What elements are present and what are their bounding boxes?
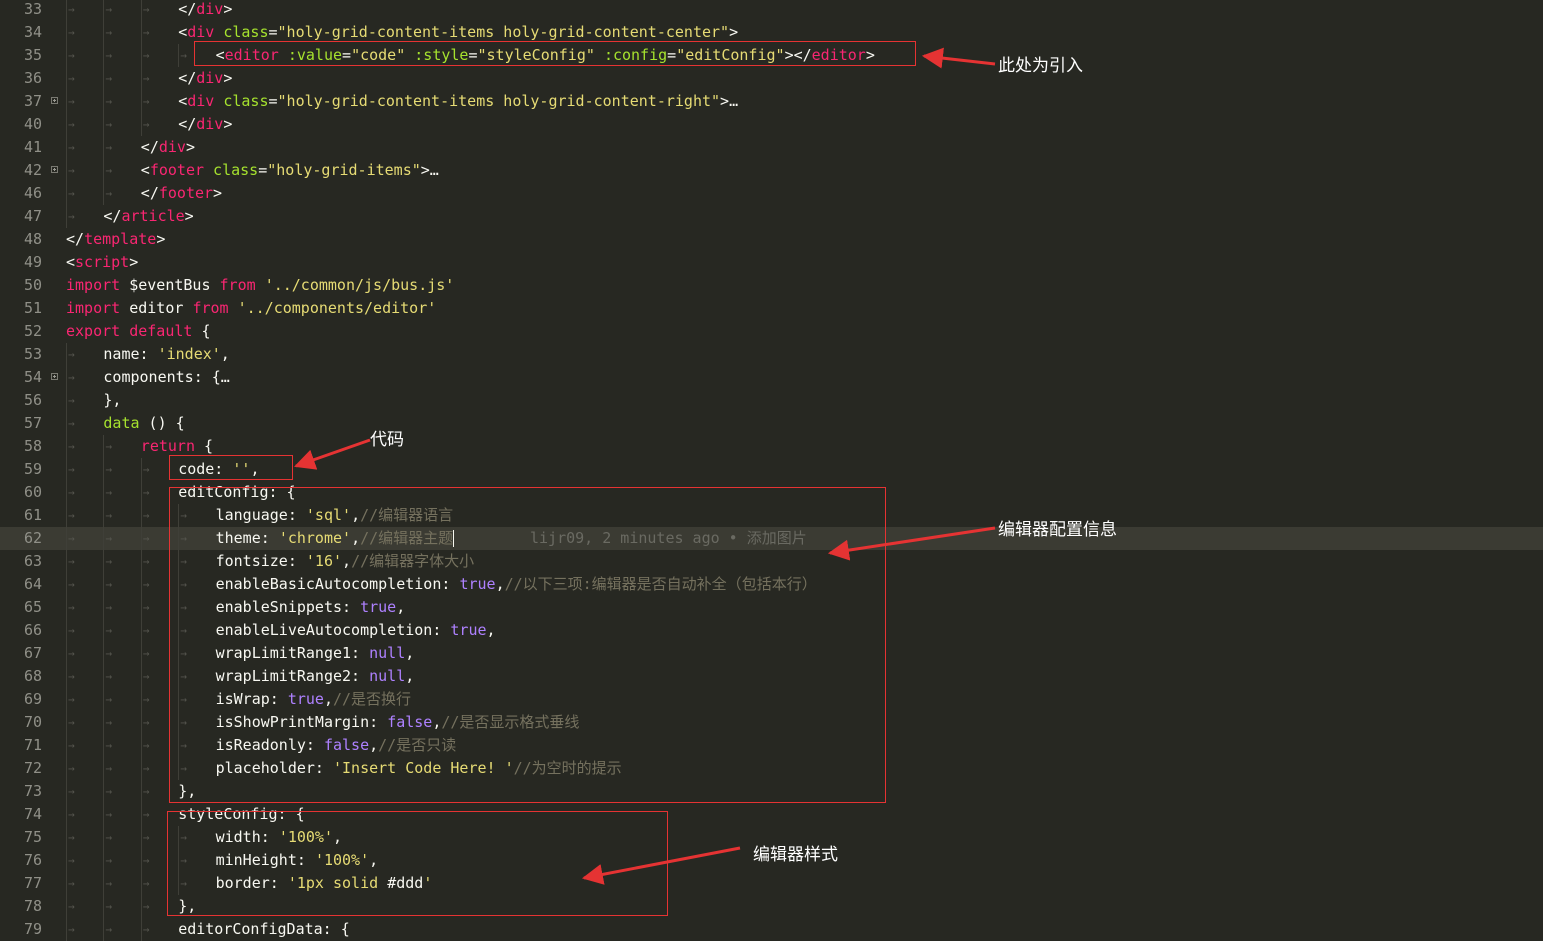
arrow-style: [581, 846, 741, 885]
annotation-config-info: 编辑器配置信息: [998, 520, 1117, 540]
arrow-intro: [921, 47, 996, 69]
arrow-config-info: [827, 526, 996, 561]
annotation-code: 代码: [370, 430, 404, 450]
annotation-arrows: [294, 47, 996, 885]
annotation-style: 编辑器样式: [753, 845, 838, 865]
annotation-intro: 此处为引入: [998, 56, 1083, 76]
arrow-code: [294, 438, 371, 470]
